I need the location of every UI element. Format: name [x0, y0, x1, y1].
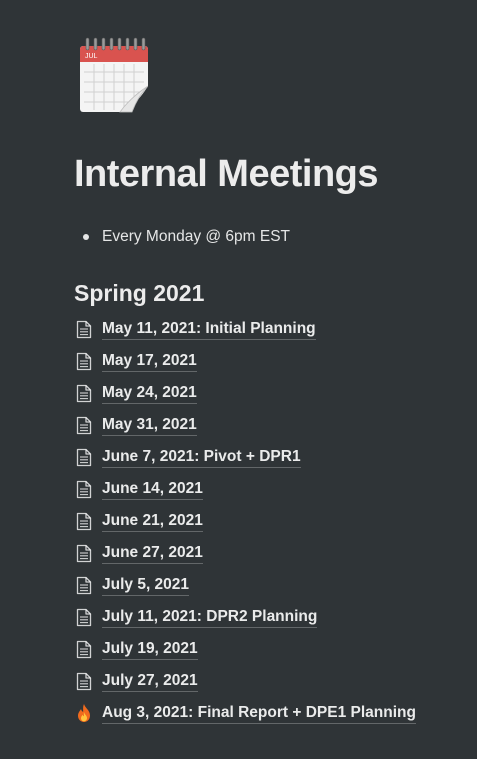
- page-link[interactable]: June 14, 2021: [74, 473, 416, 505]
- page-link[interactable]: July 19, 2021: [74, 633, 416, 665]
- page-icon: [74, 382, 94, 404]
- page-link[interactable]: July 5, 2021: [74, 569, 416, 601]
- page-link-list: May 11, 2021: Initial Planning May 17, 20…: [74, 313, 416, 729]
- page-icon: [74, 606, 94, 628]
- calendar-month-text: JUL: [85, 53, 98, 60]
- page-link[interactable]: May 31, 2021: [74, 409, 416, 441]
- page-link[interactable]: May 17, 2021: [74, 345, 416, 377]
- page-link-label[interactable]: May 11, 2021: Initial Planning: [102, 319, 316, 340]
- page-link[interactable]: June 7, 2021: Pivot + DPR1: [74, 441, 416, 473]
- page-link[interactable]: Aug 3, 2021: Final Report + DPE1 Plannin…: [74, 697, 416, 729]
- page-icon: [74, 670, 94, 692]
- page-icon: [74, 350, 94, 372]
- bullet-list: Every Monday @ 6pm EST: [74, 225, 290, 249]
- page-link-label[interactable]: July 5, 2021: [102, 575, 190, 596]
- page-title: Internal Meetings: [74, 153, 379, 195]
- page-link[interactable]: July 27, 2021: [74, 665, 416, 697]
- page-link-label[interactable]: June 21, 2021: [102, 511, 203, 532]
- page-link-label[interactable]: June 27, 2021: [102, 543, 203, 564]
- page-icon: [74, 446, 94, 468]
- page-icon: [74, 478, 94, 500]
- bullet-dot: [83, 234, 89, 240]
- page-link-label[interactable]: May 31, 2021: [102, 415, 197, 436]
- page-link-label[interactable]: June 14, 2021: [102, 479, 203, 500]
- page-link-label[interactable]: June 7, 2021: Pivot + DPR1: [102, 447, 301, 468]
- page-icon: [74, 414, 94, 436]
- page-link-label[interactable]: July 19, 2021: [102, 639, 198, 660]
- section-heading: Spring 2021: [74, 280, 205, 306]
- page-icon: [74, 542, 94, 564]
- page-icon: [74, 574, 94, 596]
- page-link-label[interactable]: May 24, 2021: [102, 383, 197, 404]
- page-icon: [74, 510, 94, 532]
- page-link-label[interactable]: July 27, 2021: [102, 671, 198, 692]
- page-link[interactable]: June 27, 2021: [74, 537, 416, 569]
- page-icon: [74, 318, 94, 340]
- list-item[interactable]: Every Monday @ 6pm EST: [74, 225, 290, 249]
- page-link[interactable]: May 24, 2021: [74, 377, 416, 409]
- page-icon: [74, 638, 94, 660]
- page-link-label[interactable]: Aug 3, 2021: Final Report + DPE1 Plannin…: [102, 703, 416, 724]
- bullet-text: Every Monday @ 6pm EST: [102, 228, 291, 245]
- page-link-label[interactable]: July 11, 2021: DPR2 Planning: [102, 607, 318, 628]
- page-link[interactable]: May 11, 2021: Initial Planning: [74, 313, 416, 345]
- page-link[interactable]: July 11, 2021: DPR2 Planning: [74, 601, 416, 633]
- fire-icon: [74, 702, 94, 724]
- page-link-label[interactable]: May 17, 2021: [102, 351, 197, 372]
- spiral-calendar-icon[interactable]: JUL: [80, 36, 149, 114]
- page-link[interactable]: June 21, 2021: [74, 505, 416, 537]
